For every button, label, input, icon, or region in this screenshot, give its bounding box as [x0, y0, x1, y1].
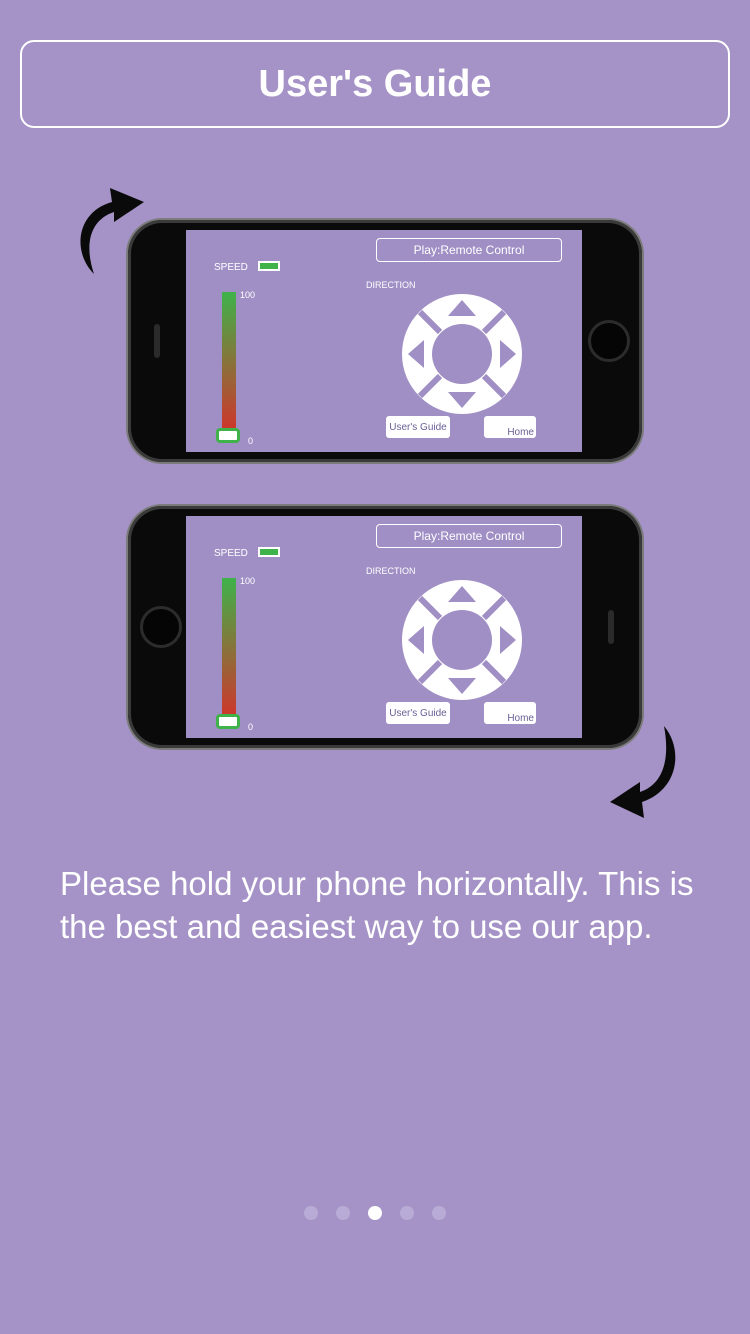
speed-slider	[222, 292, 236, 436]
phone-screen: SPEED 100 0 Play:Remote Control DIRECTIO…	[186, 230, 582, 452]
direction-label: DIRECTION	[366, 566, 416, 576]
speaker	[154, 324, 160, 358]
phone-home-button	[588, 320, 630, 362]
home-app-button: Home	[484, 702, 536, 724]
dpad-icon	[402, 580, 522, 700]
page-title: User's Guide	[20, 40, 730, 128]
mode-button: Play:Remote Control	[376, 524, 562, 548]
battery-icon	[258, 547, 280, 557]
guide-button: User's Guide	[386, 702, 450, 724]
phone-illustration-1: SPEED 100 0 Play:Remote Control DIRECTIO…	[128, 220, 642, 462]
phone-home-button	[140, 606, 182, 648]
rotate-arrow-icon	[610, 726, 676, 818]
tick-100: 100	[240, 290, 256, 300]
battery-icon	[258, 261, 280, 271]
speaker	[608, 610, 614, 644]
page-dot[interactable]	[336, 1206, 350, 1220]
phone-screen: SPEED 100 0 Play:Remote Control DIRECTIO…	[186, 516, 582, 738]
speed-slider-thumb	[216, 428, 240, 443]
dpad-icon	[402, 294, 522, 414]
home-app-button: Home	[484, 416, 536, 438]
mode-button: Play:Remote Control	[376, 238, 562, 262]
phone-illustration-2: SPEED 100 0 Play:Remote Control DIRECTIO…	[128, 506, 642, 748]
speed-label: SPEED	[214, 262, 248, 273]
speed-slider-thumb	[216, 714, 240, 729]
direction-label: DIRECTION	[366, 280, 416, 290]
tick-100: 100	[240, 576, 256, 586]
speed-label: SPEED	[214, 548, 248, 559]
instructions-text: Please hold your phone horizontally. Thi…	[60, 865, 694, 945]
page-indicator[interactable]	[0, 1206, 750, 1220]
page-dot[interactable]	[432, 1206, 446, 1220]
guide-button: User's Guide	[386, 416, 450, 438]
speed-slider	[222, 578, 236, 722]
tick-0: 0	[248, 436, 254, 446]
page-dot-active[interactable]	[368, 1206, 382, 1220]
tick-0: 0	[248, 722, 254, 732]
page-dot[interactable]	[400, 1206, 414, 1220]
page-dot[interactable]	[304, 1206, 318, 1220]
